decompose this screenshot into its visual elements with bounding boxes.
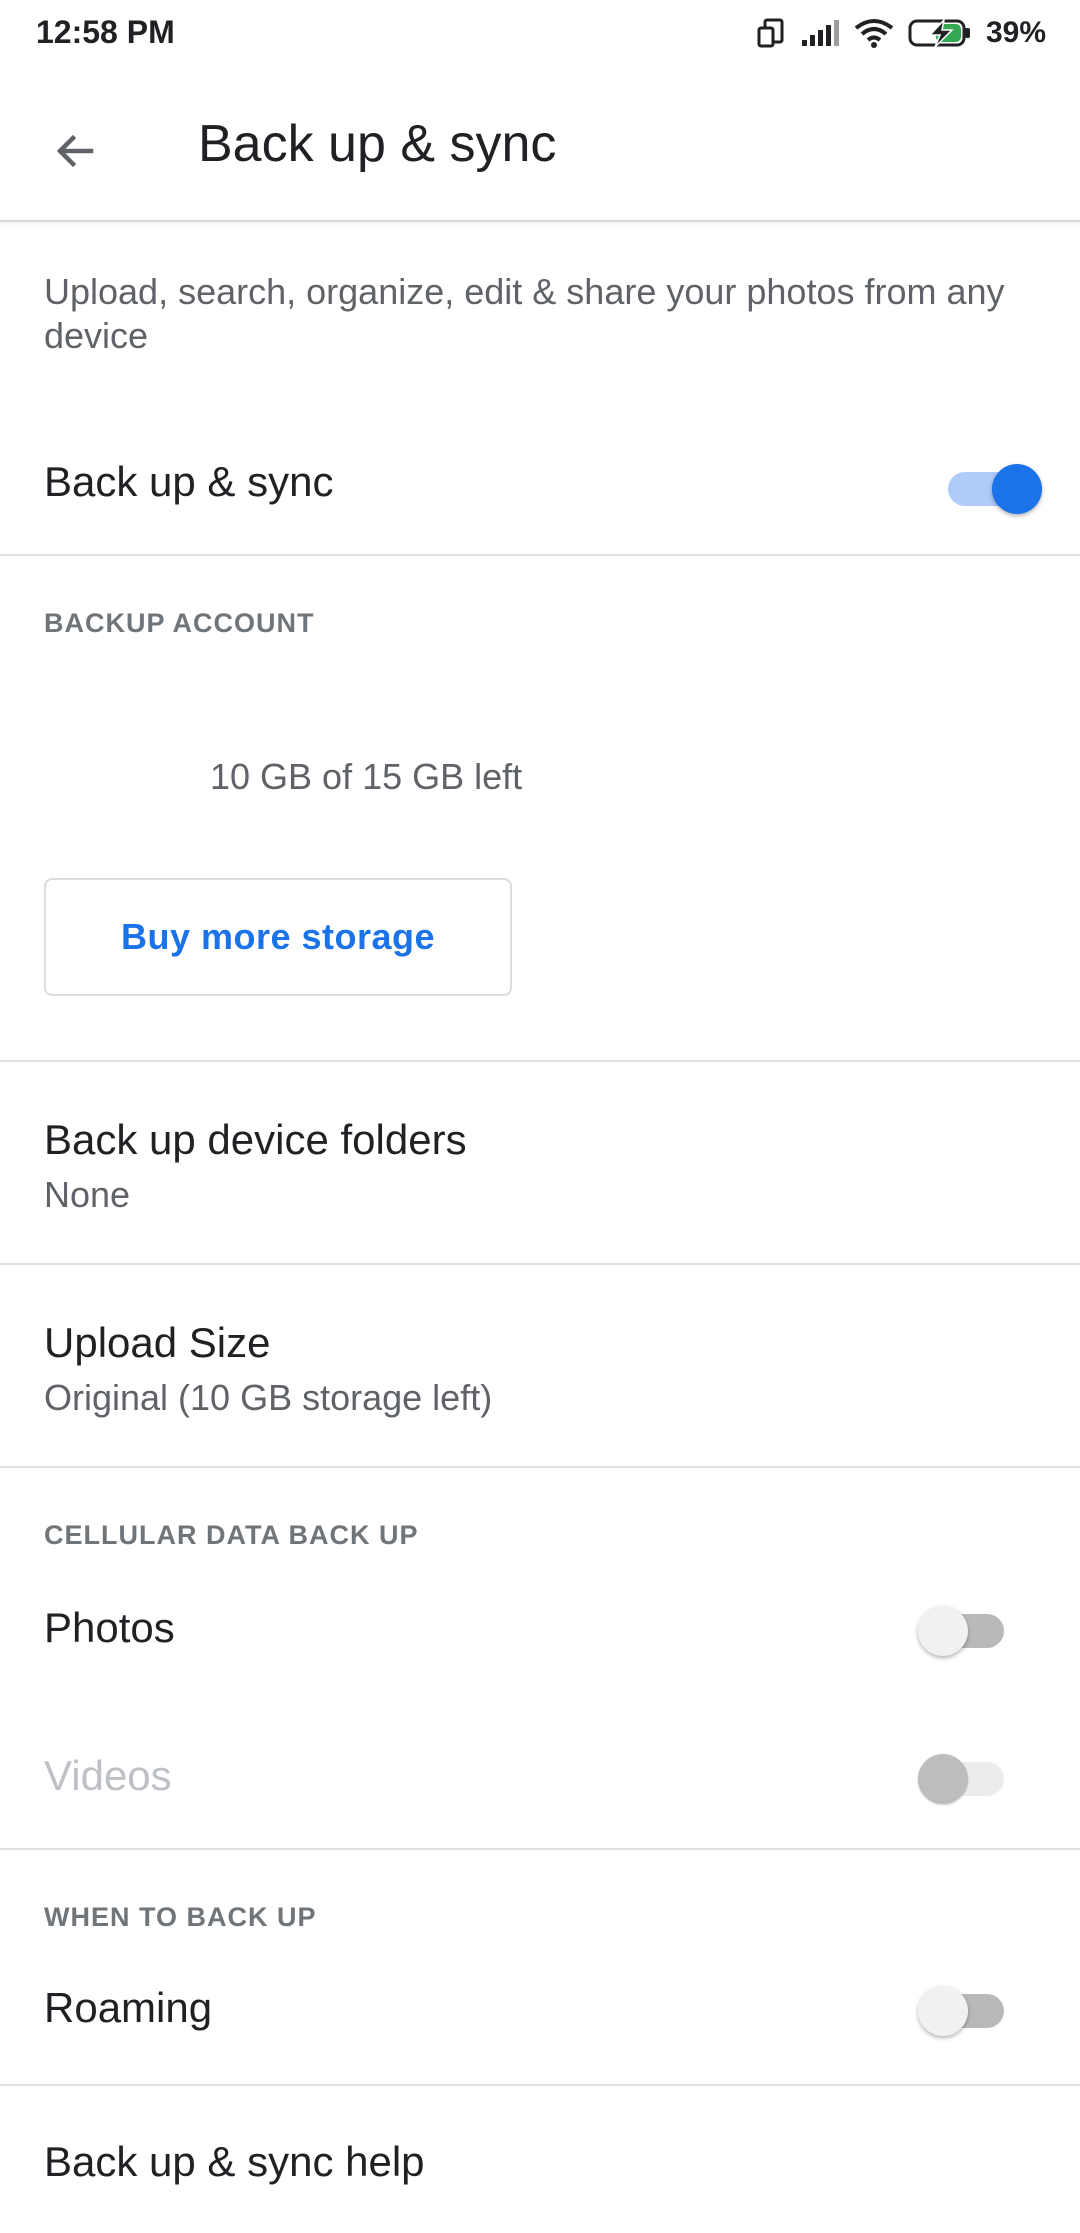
backup-sync-row[interactable]: Back up & sync	[0, 430, 1080, 550]
backup-sync-label: Back up & sync	[44, 458, 334, 505]
cellular-photos-label: Photos	[44, 1604, 175, 1651]
buy-more-storage-button[interactable]: Buy more storage	[44, 878, 512, 996]
roaming-toggle[interactable]	[918, 1976, 1008, 2036]
cellular-videos-toggle	[918, 1744, 1008, 1804]
divider	[0, 1466, 1080, 1468]
section-header-backup-account: BACKUP ACCOUNT	[44, 608, 315, 638]
storage-remaining-text: 10 GB of 15 GB left	[210, 756, 523, 797]
back-button[interactable]	[40, 118, 110, 188]
app-bar: Back up & sync	[0, 64, 1080, 222]
cellular-photos-row[interactable]: Photos	[0, 1572, 1080, 1688]
signal-icon	[800, 18, 840, 48]
description-text: Upload, search, organize, edit & share y…	[44, 271, 1005, 356]
cellular-videos-row: Videos	[0, 1720, 1080, 1836]
roaming-label: Roaming	[44, 1984, 213, 2031]
upload-size-title: Upload Size	[44, 1319, 271, 1366]
battery-charging-icon	[908, 18, 972, 48]
section-header-when-to-backup: WHEN TO BACK UP	[44, 1902, 317, 1932]
battery-percent: 39%	[985, 16, 1046, 49]
page-title: Back up & sync	[198, 115, 557, 173]
divider	[0, 554, 1080, 556]
status-icons: 39%	[756, 12, 1046, 54]
screen-rotate-icon	[756, 17, 786, 49]
help-label: Back up & sync help	[44, 2138, 425, 2185]
cellular-photos-toggle[interactable]	[918, 1596, 1008, 1656]
roaming-row[interactable]: Roaming	[0, 1952, 1080, 2068]
wifi-icon	[854, 18, 894, 48]
backup-sync-toggle[interactable]	[940, 454, 1042, 514]
device-folders-row[interactable]: Back up device folders None	[0, 1062, 1080, 1262]
device-folders-value: None	[44, 1174, 131, 1215]
device-folders-title: Back up device folders	[44, 1116, 467, 1163]
section-header-cellular: CELLULAR DATA BACK UP	[44, 1520, 419, 1550]
arrow-back-icon	[51, 127, 99, 180]
status-time: 12:58 PM	[36, 14, 175, 50]
divider	[0, 1848, 1080, 1850]
help-row[interactable]: Back up & sync help	[0, 2086, 1080, 2233]
upload-size-value: Original (10 GB storage left)	[44, 1377, 493, 1418]
upload-size-row[interactable]: Upload Size Original (10 GB storage left…	[0, 1265, 1080, 1465]
cellular-videos-label: Videos	[44, 1752, 172, 1799]
